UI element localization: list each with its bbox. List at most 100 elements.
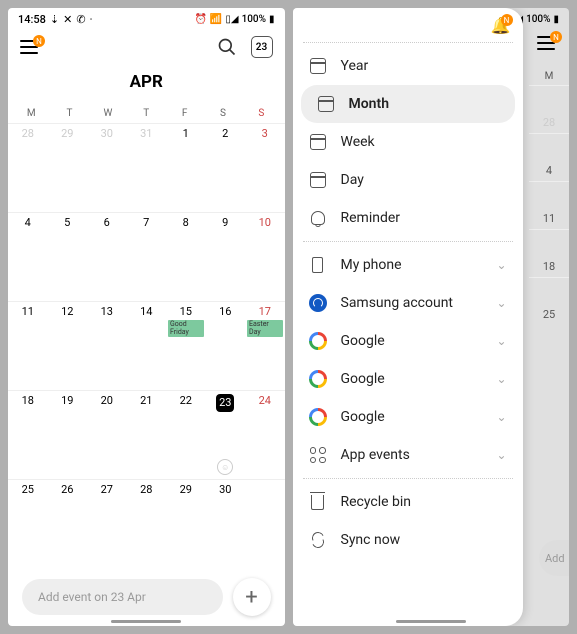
day-cell[interactable]: 26 bbox=[48, 480, 88, 568]
menu-item-my-phone[interactable]: My phone⌄ bbox=[293, 246, 523, 284]
event-chip[interactable]: Easter Day bbox=[247, 320, 283, 337]
event-chip[interactable]: Good Friday bbox=[168, 320, 204, 337]
day-cell[interactable]: 15Good Friday bbox=[166, 302, 206, 390]
menu-item-google[interactable]: Google⌄ bbox=[293, 322, 523, 360]
day-number: 29 bbox=[180, 483, 192, 496]
menu-item-google[interactable]: Google⌄ bbox=[293, 398, 523, 436]
chevron-down-icon[interactable]: ⌄ bbox=[496, 258, 506, 272]
status-time: 14:58 bbox=[18, 13, 46, 26]
day-number: 22 bbox=[180, 394, 192, 407]
day-cell[interactable]: 19 bbox=[48, 391, 88, 479]
menu-item-year[interactable]: Year bbox=[293, 47, 523, 85]
day-cell[interactable]: 10 bbox=[245, 213, 285, 301]
day-cell[interactable]: 13 bbox=[87, 302, 127, 390]
day-number: 11 bbox=[22, 305, 34, 318]
bell-icon bbox=[309, 209, 327, 227]
notif-icon: ⇣ bbox=[50, 13, 59, 26]
day-cell[interactable]: 18 bbox=[8, 391, 48, 479]
day-cell[interactable]: 30 bbox=[206, 480, 246, 568]
day-cell[interactable]: 24 bbox=[245, 391, 285, 479]
menu-label: Sync now bbox=[341, 532, 401, 548]
day-cell[interactable]: 31 bbox=[127, 124, 167, 212]
home-indicator[interactable] bbox=[396, 620, 466, 623]
day-number: 24 bbox=[259, 394, 271, 407]
day-cell[interactable]: 2 bbox=[206, 124, 246, 212]
search-icon[interactable] bbox=[217, 37, 237, 57]
phone-icon bbox=[309, 256, 327, 274]
weekday: T bbox=[50, 104, 88, 123]
day-number: 4 bbox=[25, 216, 31, 229]
day-peek: 11 bbox=[529, 181, 569, 229]
day-peek: 28 bbox=[529, 85, 569, 133]
menu-item-recycle-bin[interactable]: Recycle bin bbox=[293, 483, 523, 521]
chevron-down-icon[interactable]: ⌄ bbox=[496, 296, 506, 310]
day-number: 16 bbox=[219, 305, 231, 318]
today-button[interactable]: 23 bbox=[251, 36, 273, 58]
day-cell[interactable]: 25 bbox=[8, 480, 48, 568]
day-cell[interactable]: 29 bbox=[166, 480, 206, 568]
day-cell[interactable]: 23☺ bbox=[206, 391, 246, 479]
more-icon: • bbox=[90, 15, 93, 24]
day-cell[interactable]: 17Easter Day bbox=[245, 302, 285, 390]
menu-icon[interactable]: N bbox=[537, 34, 559, 52]
month-title[interactable]: APR bbox=[8, 64, 285, 104]
day-number: 29 bbox=[61, 127, 73, 140]
menu-label: Week bbox=[341, 134, 375, 150]
menu-item-week[interactable]: Week bbox=[293, 123, 523, 161]
weekday: M bbox=[529, 68, 569, 85]
menu-icon[interactable]: N bbox=[20, 38, 42, 56]
day-cell[interactable]: 30 bbox=[87, 124, 127, 212]
nav-drawer: 🔔N Year Month Week DayReminder My phone⌄Sam… bbox=[293, 8, 523, 626]
battery-text: 100% bbox=[526, 14, 550, 25]
day-cell[interactable]: 21 bbox=[127, 391, 167, 479]
day-cell[interactable]: 5 bbox=[48, 213, 88, 301]
day-cell[interactable]: 8 bbox=[166, 213, 206, 301]
day-cell[interactable]: 22 bbox=[166, 391, 206, 479]
menu-item-app-events[interactable]: App events⌄ bbox=[293, 436, 523, 474]
chevron-down-icon[interactable]: ⌄ bbox=[496, 410, 506, 424]
day-cell[interactable]: 28 bbox=[8, 124, 48, 212]
day-cell[interactable]: 20 bbox=[87, 391, 127, 479]
day-cell[interactable]: 12 bbox=[48, 302, 88, 390]
menu-label: Google bbox=[341, 371, 385, 387]
calendar-grid[interactable]: 28293031123456789101112131415Good Friday… bbox=[8, 123, 285, 568]
account-switch-icon[interactable]: 🔔N bbox=[491, 16, 511, 36]
chevron-down-icon[interactable]: ⌄ bbox=[496, 372, 506, 386]
day-cell[interactable]: 16 bbox=[206, 302, 246, 390]
menu-item-reminder[interactable]: Reminder bbox=[293, 199, 523, 237]
day-cell[interactable]: 4 bbox=[8, 213, 48, 301]
calendar-peek: M284111825 bbox=[529, 68, 569, 325]
day-cell[interactable]: 6 bbox=[87, 213, 127, 301]
badge-icon: N bbox=[550, 31, 562, 43]
menu-item-samsung-account[interactable]: Samsung account⌄ bbox=[293, 284, 523, 322]
day-cell[interactable]: 1 bbox=[166, 124, 206, 212]
day-cell[interactable]: 14 bbox=[127, 302, 167, 390]
day-cell[interactable]: 27 bbox=[87, 480, 127, 568]
chevron-down-icon[interactable]: ⌄ bbox=[496, 334, 506, 348]
trash-icon bbox=[309, 493, 327, 511]
day-cell[interactable]: 11 bbox=[8, 302, 48, 390]
menu-item-month[interactable]: Month bbox=[301, 85, 515, 123]
day-number: 30 bbox=[219, 483, 231, 496]
menu-item-sync-now[interactable]: Sync now bbox=[293, 521, 523, 559]
menu-item-google[interactable]: Google ⌄ bbox=[293, 360, 523, 398]
weekday: M bbox=[12, 104, 50, 123]
day-number: 6 bbox=[104, 216, 110, 229]
add-event-peek[interactable]: Add bbox=[539, 540, 569, 576]
day-cell[interactable]: 9 bbox=[206, 213, 246, 301]
home-indicator[interactable] bbox=[111, 620, 181, 623]
day-number: 7 bbox=[143, 216, 149, 229]
menu-item-day[interactable]: Day bbox=[293, 161, 523, 199]
day-cell[interactable] bbox=[245, 480, 285, 568]
day-cell[interactable]: 28 bbox=[127, 480, 167, 568]
add-button[interactable]: + bbox=[233, 578, 271, 616]
day-cell[interactable]: 29 bbox=[48, 124, 88, 212]
day-cell[interactable]: 7 bbox=[127, 213, 167, 301]
chevron-down-icon[interactable]: ⌄ bbox=[496, 448, 506, 462]
day-cell[interactable]: 3 bbox=[245, 124, 285, 212]
day-number: 12 bbox=[61, 305, 73, 318]
badge-icon: N bbox=[33, 35, 45, 47]
add-event-input[interactable]: Add event on 23 Apr bbox=[22, 579, 223, 615]
menu-label: Month bbox=[349, 96, 390, 112]
sticker-icon[interactable]: ☺ bbox=[217, 459, 233, 475]
